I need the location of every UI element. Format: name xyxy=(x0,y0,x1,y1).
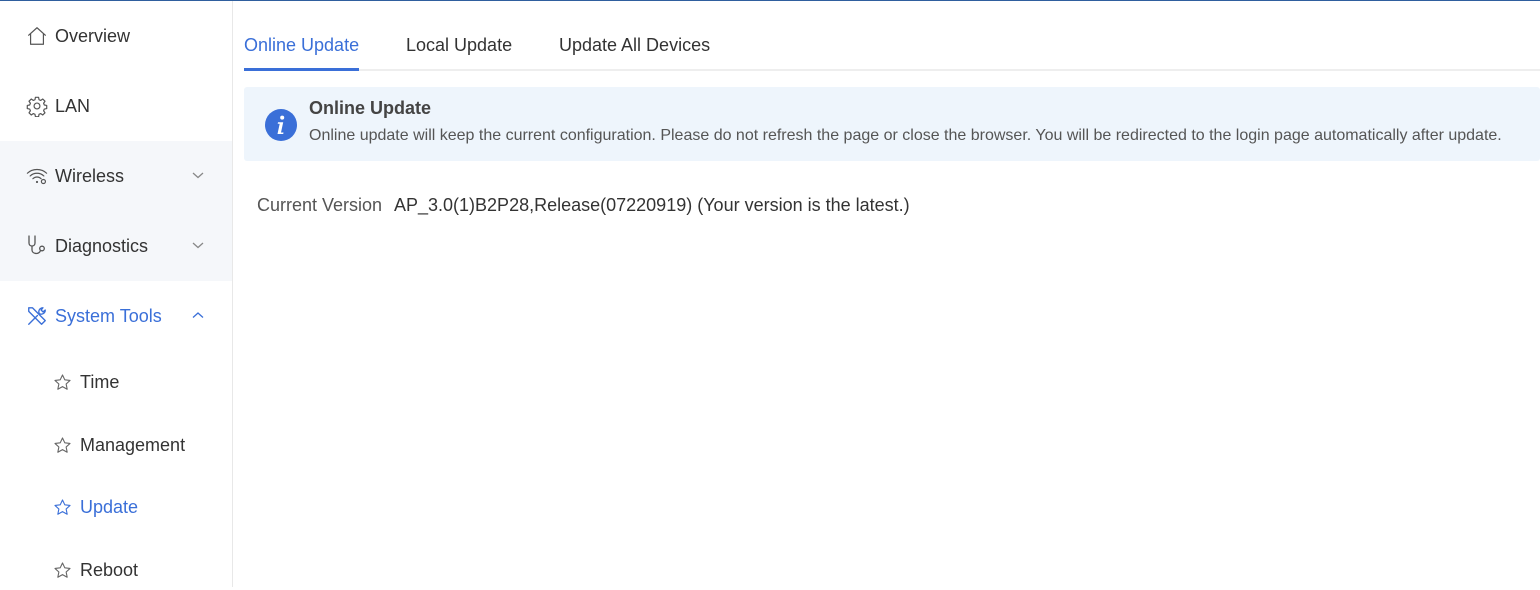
sidebar-subitem-management[interactable]: Management xyxy=(0,425,232,465)
tab-update-all-devices[interactable]: Update All Devices xyxy=(559,23,710,69)
current-version-value: AP_3.0(1)B2P28,Release(07220919) (Your v… xyxy=(394,195,910,215)
tools-icon xyxy=(26,305,48,327)
chevron-up-icon xyxy=(192,312,204,318)
sidebar-nav: Overview LAN Wireless Diagnostics System… xyxy=(0,1,233,587)
sidebar-subitem-label: Update xyxy=(80,496,139,517)
wifi-gear-icon xyxy=(26,165,48,187)
star-icon xyxy=(53,561,72,580)
info-title: Online Update xyxy=(309,98,432,118)
sidebar-item-label: System Tools xyxy=(55,305,162,326)
sidebar-item-label: LAN xyxy=(55,95,91,116)
info-text: Online update will keep the current conf… xyxy=(309,127,1502,144)
sidebar-item-label: Wireless xyxy=(55,165,125,186)
sidebar-item-label: Diagnostics xyxy=(55,235,149,256)
sidebar-item-lan[interactable]: LAN xyxy=(0,71,232,141)
sidebar-subitem-reboot[interactable]: Reboot xyxy=(0,550,232,590)
star-icon xyxy=(53,436,72,455)
sidebar-subitem-time[interactable]: Time xyxy=(0,362,232,402)
sidebar-subitem-update[interactable]: Update xyxy=(0,487,232,527)
chevron-down-icon xyxy=(192,242,204,249)
tab-bar: Online Update Local Update Update All De… xyxy=(244,23,1540,71)
stethoscope-icon xyxy=(26,235,48,257)
sidebar-subitem-label: Reboot xyxy=(80,559,139,580)
star-icon xyxy=(53,373,72,392)
sidebar-item-label: Overview xyxy=(55,25,131,46)
star-icon xyxy=(53,498,72,517)
sidebar-subitem-label: Management xyxy=(80,434,186,455)
sidebar-item-wireless[interactable]: Wireless xyxy=(0,141,232,211)
tab-online-update[interactable]: Online Update xyxy=(244,23,360,71)
sidebar-item-diagnostics[interactable]: Diagnostics xyxy=(0,211,232,281)
current-version-label: Current Version xyxy=(257,195,383,215)
sidebar-item-system-tools[interactable]: System Tools xyxy=(0,281,232,351)
chevron-down-icon xyxy=(192,172,204,179)
gear-icon xyxy=(26,95,48,117)
home-icon xyxy=(26,25,48,47)
sidebar-subitem-label: Time xyxy=(80,371,120,392)
info-banner: Online Update Online update will keep th… xyxy=(244,87,1540,161)
tab-local-update[interactable]: Local Update xyxy=(406,23,512,69)
sidebar-item-overview[interactable]: Overview xyxy=(0,1,232,71)
info-icon xyxy=(265,109,297,141)
main-content: Online Update Local Update Update All De… xyxy=(233,1,1540,587)
